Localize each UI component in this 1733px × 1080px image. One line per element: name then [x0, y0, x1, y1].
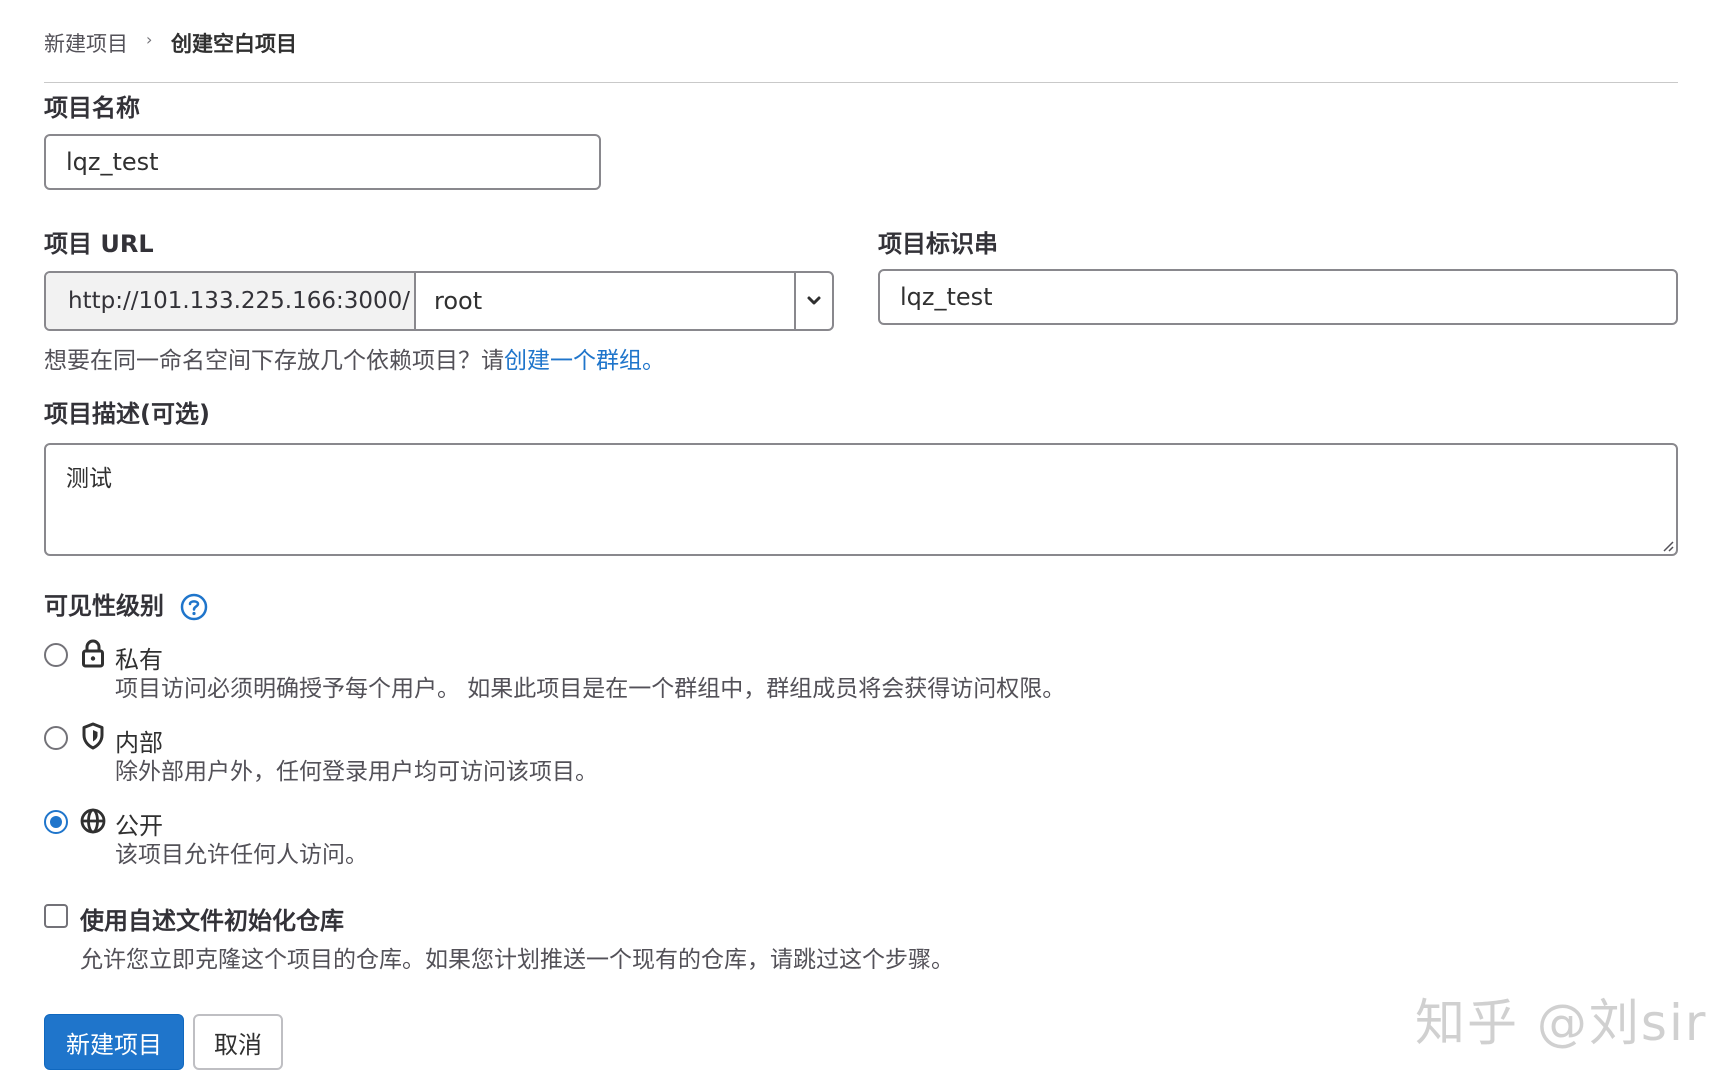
visibility-public-desc: 该项目允许任何人访问。: [115, 842, 368, 868]
description-label: 项目描述(可选): [44, 400, 210, 428]
shield-icon: [82, 722, 104, 750]
project-name-input[interactable]: [44, 134, 601, 190]
help-icon[interactable]: [180, 593, 208, 621]
lock-icon: [82, 639, 104, 668]
namespace-hint-text: 想要在同一命名空间下存放几个依赖项目？请: [44, 348, 504, 374]
readme-checkbox[interactable]: [44, 904, 68, 928]
visibility-internal-desc: 除外部用户外，任何登录用户均可访问该项目。: [115, 759, 598, 785]
project-slug-label: 项目标识串: [878, 230, 998, 258]
breadcrumb-current: 创建空白项目: [171, 32, 297, 56]
namespace-hint: 想要在同一命名空间下存放几个依赖项目？请创建一个群组。: [44, 341, 665, 375]
visibility-internal-radio[interactable]: [44, 726, 68, 750]
breadcrumb-new-project[interactable]: 新建项目: [44, 28, 128, 58]
project-url-label: 项目 URL: [44, 230, 154, 258]
breadcrumb-separator: ›: [146, 30, 153, 49]
project-slug-input[interactable]: [878, 269, 1678, 325]
description-textarea[interactable]: 测试: [44, 443, 1678, 556]
visibility-private-radio[interactable]: [44, 643, 68, 667]
visibility-label: 可见性级别: [44, 586, 208, 621]
create-group-link[interactable]: 创建一个群组。: [504, 348, 665, 374]
visibility-label-text: 可见性级别: [44, 592, 164, 620]
resize-handle-icon[interactable]: [1662, 540, 1674, 552]
visibility-private-desc: 项目访问必须明确授予每个用户。 如果此项目是在一个群组中，群组成员将会获得访问权…: [115, 676, 1066, 702]
cancel-button[interactable]: 取消: [193, 1014, 283, 1070]
readme-label[interactable]: 使用自述文件初始化仓库: [80, 901, 344, 936]
chevron-down-icon: [807, 296, 821, 305]
globe-icon: [80, 808, 106, 834]
watermark: 知乎 @刘sir: [1415, 994, 1708, 1052]
readme-desc: 允许您立即克隆这个项目的仓库。如果您计划推送一个现有的仓库，请跳过这个步骤。: [80, 947, 954, 973]
namespace-select[interactable]: root: [416, 273, 794, 329]
header-divider: [44, 82, 1678, 83]
visibility-public-radio[interactable]: [44, 810, 68, 834]
namespace-dropdown-button[interactable]: [794, 273, 832, 329]
project-name-label: 项目名称: [44, 94, 140, 122]
url-prefix: http://101.133.225.166:3000/: [46, 273, 416, 329]
project-url-group: http://101.133.225.166:3000/ root: [44, 271, 834, 331]
create-project-button[interactable]: 新建项目: [44, 1014, 184, 1070]
description-value: 测试: [66, 466, 112, 492]
